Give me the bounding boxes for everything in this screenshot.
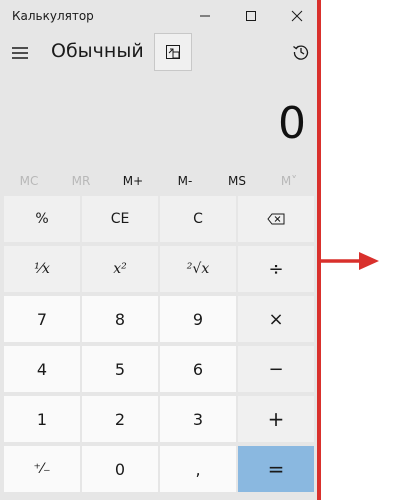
digit-1-button[interactable]: 1 (4, 396, 80, 442)
divide-label: ÷ (268, 258, 284, 280)
clear-entry-button[interactable]: CE (82, 196, 158, 242)
calculator-window: Калькулятор Обычный 0 MC MR M+ M- MS M˅ … (0, 0, 320, 500)
display-value: 0 (278, 98, 306, 149)
multiply-button[interactable]: × (238, 296, 314, 342)
clear-entry-label: CE (110, 211, 130, 227)
memory-recall-button[interactable]: MR (56, 174, 106, 188)
divide-button[interactable]: ÷ (238, 246, 314, 292)
plus-label: + (267, 407, 285, 431)
backspace-icon (267, 213, 285, 225)
percent-label: % (35, 211, 49, 227)
maximize-icon (246, 11, 256, 21)
reciprocal-button[interactable]: ¹⁄x (4, 246, 80, 292)
minus-label: − (268, 358, 284, 380)
digit-9-label: 9 (192, 309, 204, 329)
clear-button[interactable]: C (160, 196, 236, 242)
backspace-button[interactable] (238, 196, 314, 242)
equals-button[interactable]: = (238, 446, 314, 492)
window-title: Калькулятор (12, 9, 94, 23)
digit-5-label: 5 (114, 359, 126, 379)
mode-title: Обычный (51, 40, 144, 62)
minus-button[interactable]: − (238, 346, 314, 392)
square-label: x² (113, 261, 127, 277)
history-button[interactable] (286, 37, 316, 67)
memory-list-button[interactable]: M˅ (264, 174, 314, 188)
digit-0-label: 0 (114, 459, 126, 479)
decimal-label: , (195, 459, 201, 479)
menu-button[interactable] (6, 37, 34, 69)
square-button[interactable]: x² (82, 246, 158, 292)
memory-row: MC MR M+ M- MS M˅ (0, 170, 320, 192)
plus-button[interactable]: + (238, 396, 314, 442)
memory-clear-button[interactable]: MC (4, 174, 54, 188)
multiply-label: × (268, 308, 284, 330)
arrow-right-icon (319, 252, 379, 270)
keep-on-top-icon (166, 45, 180, 59)
memory-store-button[interactable]: MS (212, 174, 262, 188)
square-root-label: ²√x (186, 261, 210, 277)
reciprocal-label: ¹⁄x (34, 261, 50, 277)
digit-8-label: 8 (114, 309, 126, 329)
close-button[interactable] (274, 0, 320, 32)
memory-subtract-button[interactable]: M- (160, 174, 210, 188)
hamburger-icon (12, 47, 28, 59)
keep-on-top-button[interactable] (154, 33, 192, 71)
digit-8-button[interactable]: 8 (82, 296, 158, 342)
digit-0-button[interactable]: 0 (82, 446, 158, 492)
maximize-button[interactable] (228, 0, 274, 32)
close-icon (291, 10, 303, 22)
history-icon (293, 45, 309, 60)
clear-label: C (193, 211, 203, 227)
digit-6-button[interactable]: 6 (160, 346, 236, 392)
memory-add-button[interactable]: M+ (108, 174, 158, 188)
digit-2-label: 2 (114, 409, 126, 429)
digit-5-button[interactable]: 5 (82, 346, 158, 392)
equals-label: = (267, 457, 285, 481)
digit-3-label: 3 (192, 409, 204, 429)
digit-1-label: 1 (36, 409, 48, 429)
title-bar: Калькулятор (0, 0, 320, 32)
minimize-button[interactable] (182, 0, 228, 32)
decimal-button[interactable]: , (160, 446, 236, 492)
digit-4-label: 4 (36, 359, 48, 379)
minimize-icon (200, 15, 210, 17)
square-root-button[interactable]: ²√x (160, 246, 236, 292)
digit-6-label: 6 (192, 359, 204, 379)
digit-2-button[interactable]: 2 (82, 396, 158, 442)
negate-label: ⁺⁄₋ (33, 461, 51, 477)
digit-4-button[interactable]: 4 (4, 346, 80, 392)
digit-7-button[interactable]: 7 (4, 296, 80, 342)
digit-7-label: 7 (36, 309, 48, 329)
percent-button[interactable]: % (4, 196, 80, 242)
digit-9-button[interactable]: 9 (160, 296, 236, 342)
negate-button[interactable]: ⁺⁄₋ (4, 446, 80, 492)
digit-3-button[interactable]: 3 (160, 396, 236, 442)
